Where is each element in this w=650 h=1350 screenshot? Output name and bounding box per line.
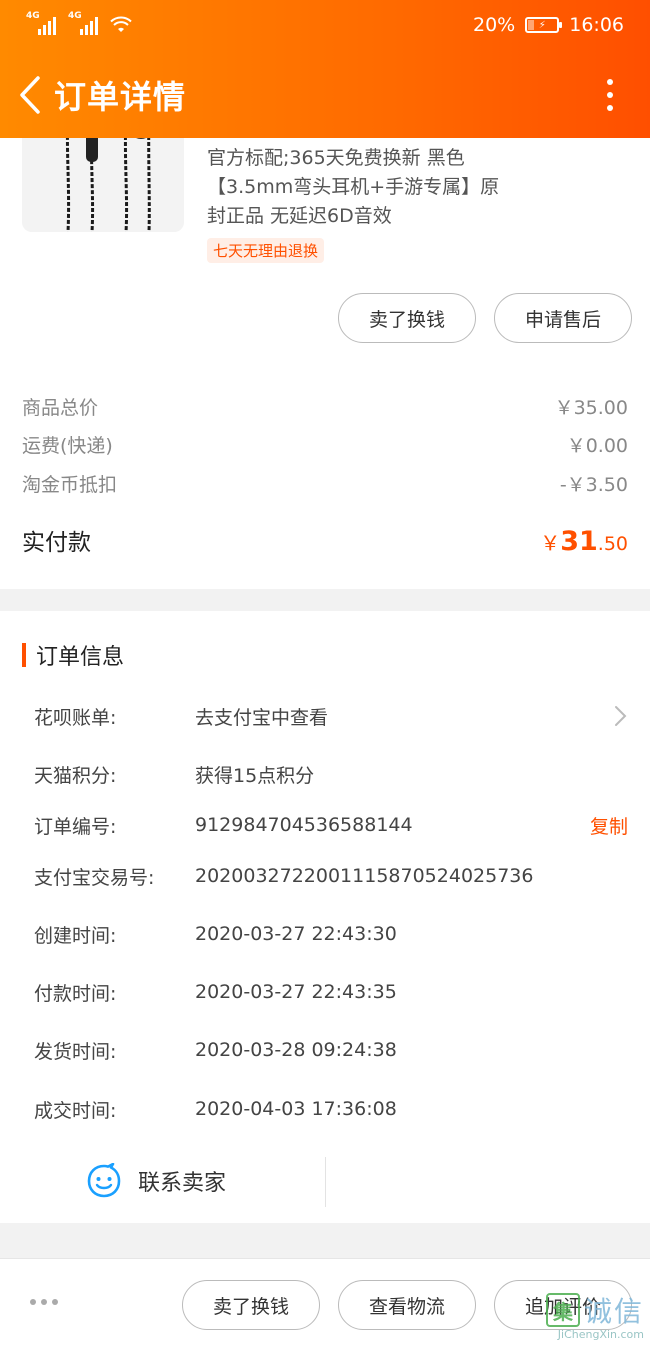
info-value: 去支付宝中查看	[195, 706, 329, 729]
divider	[325, 1157, 326, 1207]
currency-symbol: ￥	[540, 531, 561, 555]
paid-decimal: .50	[597, 533, 628, 555]
info-label: 创建时间:	[34, 924, 117, 947]
info-row-created: 创建时间: 2020-03-27 22:43:30	[34, 919, 628, 949]
wifi-icon	[110, 16, 132, 34]
status-right: 20% ⚡ 16:06	[473, 14, 624, 36]
info-value: 2020032722001115870524025736	[195, 865, 534, 887]
signal-strength-icon: 4G	[68, 11, 98, 35]
battery-icon: ⚡	[525, 17, 563, 33]
info-row-paid: 付款时间: 2020-03-27 22:43:35	[34, 977, 628, 1007]
more-dot-icon	[30, 1299, 36, 1305]
more-dot-icon	[607, 92, 613, 98]
chat-bubble-icon	[87, 1163, 121, 1198]
network-type-label: 4G	[26, 11, 40, 21]
contact-row: 联系卖家	[0, 1151, 650, 1211]
view-logistics-button[interactable]: 查看物流	[338, 1280, 476, 1330]
paid-integer: 31	[560, 526, 598, 557]
info-row-huabei[interactable]: 花呗账单: 去支付宝中查看	[34, 701, 628, 731]
status-signals: 4G 4G	[26, 11, 132, 35]
section-accent-bar	[22, 643, 26, 667]
app-header: 4G 4G 20% ⚡ 16:06 订单详情	[0, 0, 650, 138]
info-label: 订单编号:	[34, 815, 117, 838]
sell-item-button[interactable]: 卖了换钱	[182, 1280, 320, 1330]
section-header: 订单信息	[22, 639, 124, 671]
paid-total-label: 实付款	[22, 530, 91, 556]
more-dot-icon	[607, 105, 613, 111]
price-value: -￥3.50	[559, 474, 628, 496]
product-card: 官方标配;365天免费换新 黑色 【3.5mm弯头耳机+手游专属】原 封正品 无…	[0, 118, 650, 589]
info-value: 2020-04-03 17:36:08	[195, 1098, 397, 1120]
price-value: ￥0.00	[566, 435, 628, 457]
copy-order-number-button[interactable]: 复制	[590, 812, 628, 839]
info-row-points: 天猫积分: 获得15点积分	[34, 759, 628, 789]
paid-total-row: 实付款 ￥31.50	[22, 523, 628, 557]
info-value: 2020-03-27 22:43:30	[195, 923, 397, 945]
info-label: 发货时间:	[34, 1040, 117, 1063]
price-label: 运费(快递)	[22, 435, 113, 457]
price-value: ￥35.00	[554, 397, 628, 419]
price-row-shipping: 运费(快递) ￥0.00	[22, 431, 628, 458]
watermark-box: 集	[545, 1293, 580, 1327]
contact-seller-label: 联系卖家	[138, 1171, 227, 1196]
product-title[interactable]: 官方标配;365天免费换新 黑色 【3.5mm弯头耳机+手游专属】原 封正品 无…	[207, 144, 537, 231]
info-row-completed: 成交时间: 2020-04-03 17:36:08	[34, 1094, 628, 1124]
info-label: 成交时间:	[34, 1099, 117, 1122]
sell-item-button[interactable]: 卖了换钱	[338, 293, 476, 343]
signal-strength-icon: 4G	[26, 11, 56, 35]
site-watermark: 集 诚信 JiChengXin.com	[520, 1290, 644, 1346]
back-button[interactable]	[10, 70, 50, 120]
info-value: 912984704536588144	[195, 814, 413, 836]
price-label: 淘金币抵扣	[22, 474, 118, 496]
watermark-url: JiChengXin.com	[557, 1328, 644, 1341]
info-row-order-number: 订单编号: 912984704536588144 复制	[34, 810, 628, 840]
more-dot-icon	[41, 1299, 47, 1305]
chevron-right-icon	[615, 706, 627, 726]
watermark-text: 诚信	[583, 1295, 644, 1328]
more-dot-icon	[607, 79, 613, 85]
product-title-line: 【3.5mm弯头耳机+手游专属】原	[207, 176, 500, 198]
product-title-line: 官方标配;365天免费换新 黑色	[207, 147, 465, 169]
section-title: 订单信息	[36, 645, 125, 670]
after-sale-button[interactable]: 申请售后	[494, 293, 632, 343]
watermark-logo: 集 诚信	[545, 1290, 644, 1330]
paid-total-amount: ￥31.50	[540, 526, 628, 557]
info-value: 2020-03-28 09:24:38	[195, 1039, 397, 1061]
more-options-button[interactable]	[600, 75, 620, 115]
info-label: 花呗账单:	[34, 706, 117, 729]
info-label: 天猫积分:	[34, 764, 117, 787]
network-type-label: 4G	[68, 11, 82, 21]
price-label: 商品总价	[22, 397, 99, 419]
price-row-coin-discount: 淘金币抵扣 -￥3.50	[22, 470, 628, 497]
nav-bar: 订单详情	[0, 52, 650, 138]
contact-seller-button[interactable]: 联系卖家	[86, 1163, 226, 1199]
info-value: 2020-03-27 22:43:35	[195, 981, 397, 1003]
info-row-shipped: 发货时间: 2020-03-28 09:24:38	[34, 1035, 628, 1065]
info-label: 支付宝交易号:	[34, 866, 155, 889]
return-policy-badge: 七天无理由退换	[207, 238, 325, 263]
page-title: 订单详情	[54, 78, 187, 116]
order-info-card: 订单信息 花呗账单: 去支付宝中查看 天猫积分: 获得15点积分 订单编号: 9…	[0, 611, 650, 1223]
info-label: 付款时间:	[34, 982, 117, 1005]
chevron-left-icon	[20, 76, 40, 114]
info-value: 获得15点积分	[195, 764, 315, 787]
info-row-alipay-trade: 支付宝交易号: 2020032722001115870524025736	[34, 861, 628, 891]
more-actions-button[interactable]	[30, 1299, 58, 1305]
battery-percent: 20%	[473, 14, 516, 36]
more-dot-icon	[52, 1299, 58, 1305]
product-title-line: 封正品 无延迟6D音效	[207, 205, 392, 227]
clock: 16:06	[569, 14, 624, 36]
price-row-subtotal: 商品总价 ￥35.00	[22, 393, 628, 420]
status-bar: 4G 4G 20% ⚡ 16:06	[0, 0, 650, 50]
